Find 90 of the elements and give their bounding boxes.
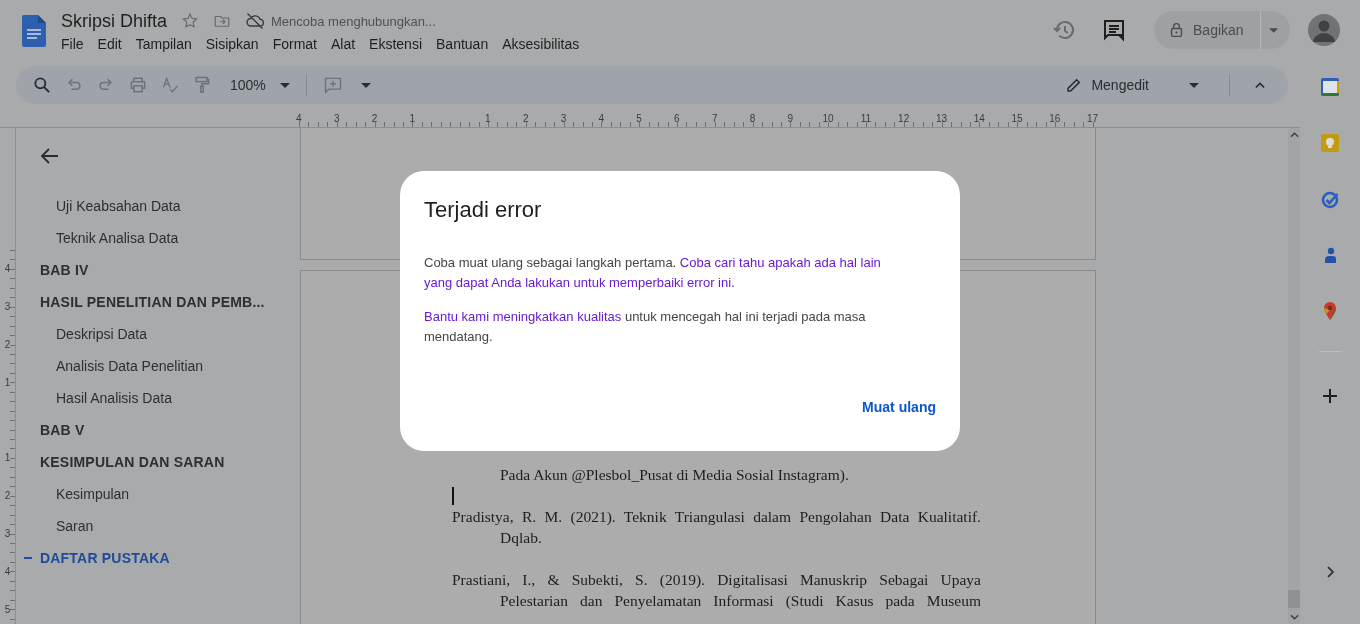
- ruler-number: 8: [749, 113, 756, 124]
- spellcheck-icon[interactable]: [160, 75, 180, 95]
- ruler-number: 3: [4, 301, 11, 313]
- ruler-number: 3: [560, 113, 567, 124]
- ruler-number: 1: [4, 452, 11, 464]
- outline-item[interactable]: Analisis Data Penelitian: [56, 350, 204, 382]
- ruler-number: 10: [822, 113, 834, 124]
- ruler-number: 1: [485, 113, 491, 124]
- scroll-up-icon[interactable]: [1289, 132, 1299, 138]
- caret-icon: [279, 82, 290, 88]
- back-arrow-icon[interactable]: [40, 146, 60, 166]
- menu-item[interactable]: Sisipkan: [198, 35, 266, 53]
- caret-icon: [1189, 82, 1199, 88]
- star-icon[interactable]: [181, 12, 200, 30]
- outline-heading[interactable]: BAB V: [40, 414, 85, 446]
- sync-status: Mencoba menghubungkan...: [271, 13, 436, 29]
- ruler-number: 5: [636, 113, 642, 124]
- reference-line: Dqlab.: [499, 528, 543, 548]
- ruler-number: 2: [4, 490, 11, 502]
- menu-item[interactable]: Bantuan: [429, 35, 496, 53]
- outline-item[interactable]: Uji Keabsahan Data: [56, 190, 181, 222]
- outline-heading[interactable]: KESIMPULAN DAN SARAN: [40, 446, 225, 478]
- ruler-number: 4: [4, 565, 11, 577]
- ruler-number: 2: [371, 113, 378, 124]
- share-button[interactable]: Bagikan: [1154, 11, 1290, 49]
- outline-item[interactable]: Teknik Analisa Data: [56, 222, 179, 254]
- outline-heading[interactable]: BAB IV: [40, 254, 89, 286]
- menu-item[interactable]: Alat: [324, 35, 363, 53]
- outline-heading[interactable]: DAFTAR PUSTAKA: [24, 542, 170, 574]
- calendar-icon[interactable]: [1320, 77, 1340, 97]
- zoom-dropdown[interactable]: 100%: [230, 77, 290, 93]
- menu-item[interactable]: File: [54, 35, 91, 53]
- scroll-thumb[interactable]: [1288, 590, 1300, 608]
- ruler-number: 3: [4, 527, 11, 539]
- text-cursor: [452, 486, 454, 505]
- ruler-number: 1: [4, 376, 11, 388]
- outline-item[interactable]: Deskripsi Data: [56, 318, 148, 350]
- ruler-number: 1: [409, 113, 416, 124]
- cloud-offline-icon[interactable]: [245, 11, 266, 31]
- outline-item[interactable]: Kesimpulan: [56, 478, 130, 510]
- ruler-number: 7: [711, 113, 718, 124]
- ruler-number: 4: [4, 263, 11, 275]
- menu-item[interactable]: Tampilan: [128, 35, 199, 53]
- menu-item[interactable]: Ekstensi: [362, 35, 430, 53]
- outline-item[interactable]: Saran: [56, 510, 94, 542]
- reload-button[interactable]: Muat ulang: [850, 391, 948, 423]
- reference-line: Pada Akun @Plesbol_Pusat di Media Sosial Instagram).: [499, 465, 850, 485]
- ruler-number: 2: [522, 113, 529, 124]
- scroll-down-icon[interactable]: [1289, 614, 1299, 620]
- help-link[interactable]: yang dapat Anda lakukan untuk memperbaiki error ini.: [424, 275, 735, 290]
- reference-line: Pradistya, R. M. (2021). Teknik Triangulasi dalam Pengolahan Data Kualitatif.: [452, 507, 981, 527]
- add-icon[interactable]: [1320, 386, 1340, 406]
- ruler-number: 4: [598, 113, 605, 124]
- menu-item[interactable]: Aksesibilitas: [495, 35, 587, 53]
- reference-line: Pelestarian dan Penyelamatan Informasi (Studi Kasus pada Museum: [499, 591, 981, 611]
- comment-icon[interactable]: [1102, 18, 1126, 42]
- help-link[interactable]: Bantu kami meningkatkan kualitas: [424, 309, 622, 324]
- ruler-number: 15: [1011, 113, 1023, 124]
- search-icon[interactable]: [32, 75, 52, 95]
- ruler-number: 17: [1087, 113, 1099, 124]
- dialog-title: Terjadi error: [424, 197, 543, 223]
- dialog-message: Bantu kami meningkatkan kualitas untuk mencegah hal ini terjadi pada masa mendatang.: [424, 308, 867, 346]
- ruler-number: 3: [333, 113, 340, 124]
- ruler-number: 16: [1049, 113, 1061, 124]
- ruler-number: 4: [296, 113, 302, 124]
- scrollbar[interactable]: [1288, 128, 1300, 624]
- caret-icon[interactable]: [360, 82, 371, 88]
- ruler-number: 12: [898, 113, 910, 124]
- menu-item[interactable]: Edit: [90, 35, 129, 53]
- docs-logo-icon[interactable]: [22, 15, 46, 47]
- lock-icon: [1168, 21, 1185, 39]
- ruler-number: 2: [4, 339, 11, 350]
- caret-icon: [1268, 27, 1278, 33]
- editing-mode-button[interactable]: Mengedit: [1065, 76, 1213, 94]
- avatar-icon[interactable]: [1308, 14, 1340, 46]
- ruler-number: 14: [973, 113, 985, 124]
- history-icon[interactable]: [1052, 18, 1076, 42]
- ruler-number: 9: [787, 113, 794, 124]
- task-check-icon[interactable]: [1320, 189, 1340, 209]
- ruler-number: 13: [935, 113, 947, 124]
- dialog-message: Coba muat ulang sebagai langkah pertama. Coba cari tahu apakah ada hal lain yang dapat Anda lakukan untuk memperbaiki error ini.: [424, 254, 882, 292]
- outline-item[interactable]: Hasil Analisis Data: [56, 382, 172, 414]
- menu-item[interactable]: Format: [265, 35, 324, 53]
- ruler-number: 5: [4, 603, 11, 615]
- outline-heading[interactable]: HASIL PENELITIAN DAN PEMB...: [40, 286, 265, 318]
- help-link[interactable]: Coba cari tahu apakah ada hal lain: [679, 255, 881, 270]
- reference-line: Prastiani, I., & Subekti, S. (2019). Digitalisasi Manuskrip Sebagai Upaya: [452, 570, 981, 590]
- ruler-number: 6: [674, 113, 680, 124]
- ruler-number: 11: [860, 113, 872, 124]
- document-title[interactable]: Skripsi Dhifta: [61, 10, 168, 32]
